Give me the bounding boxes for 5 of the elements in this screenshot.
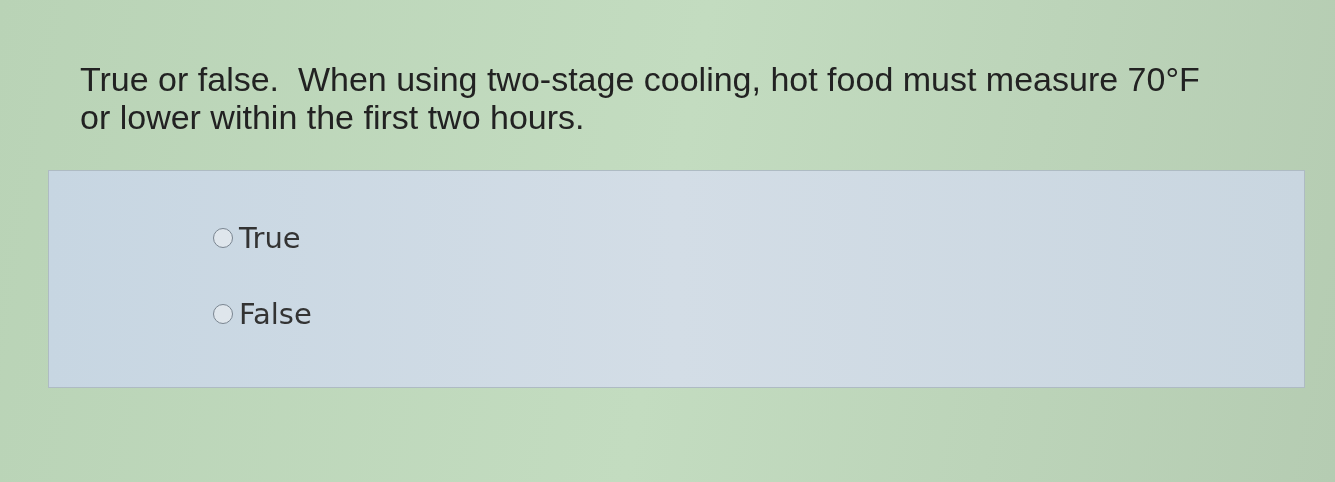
question-text: True or false. When using two-stage cooling, hot food must measure 70°F or lower within the first two hours. (80, 60, 1201, 136)
radio-button[interactable] (213, 304, 233, 324)
option-label[interactable]: True (239, 221, 301, 255)
radio-button[interactable] (213, 228, 233, 248)
option-label[interactable]: False (239, 297, 312, 331)
